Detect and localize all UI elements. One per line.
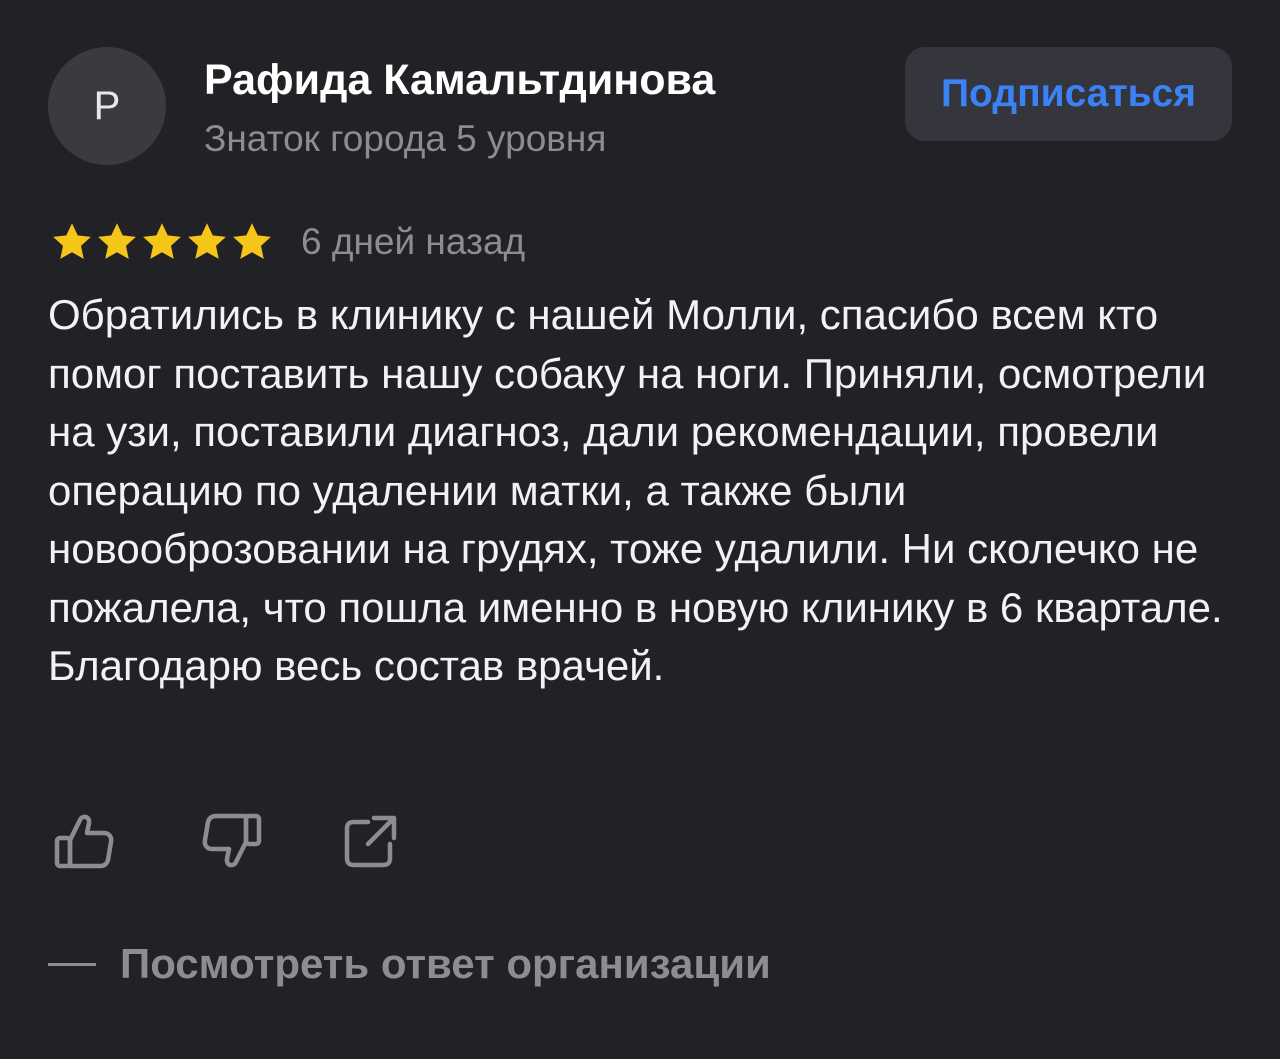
avatar[interactable]: Р xyxy=(48,47,166,165)
star-icon xyxy=(143,223,181,259)
star-icon xyxy=(188,223,226,259)
star-rating xyxy=(50,220,275,264)
subscribe-button-label: Подписаться xyxy=(940,72,1196,115)
share-icon[interactable] xyxy=(338,808,404,874)
author-name[interactable]: Рафида Камальтдинова xyxy=(204,56,715,105)
star-icon xyxy=(98,223,136,259)
view-org-reply-label: Посмотреть ответ организации xyxy=(120,940,771,987)
review-date: 6 дней назад xyxy=(301,221,526,262)
review-text: Обратились в клинику с нашей Молли, спас… xyxy=(48,291,1223,689)
star-icon xyxy=(233,223,271,259)
review-card: Р Рафида Камальтдинова Знаток города 5 у… xyxy=(0,0,1280,1059)
subscribe-button[interactable]: Подписаться xyxy=(905,47,1232,141)
thumbs-up-icon[interactable] xyxy=(52,808,118,874)
view-org-reply-link[interactable]: Посмотреть ответ организации xyxy=(48,940,771,988)
reply-dash xyxy=(48,962,96,966)
avatar-letter: Р xyxy=(93,83,121,128)
star-icon xyxy=(53,223,91,259)
thumbs-down-icon[interactable] xyxy=(198,808,264,874)
rating-row: 6 дней назад xyxy=(50,217,525,267)
author-level: Знаток города 5 уровня xyxy=(204,118,607,159)
